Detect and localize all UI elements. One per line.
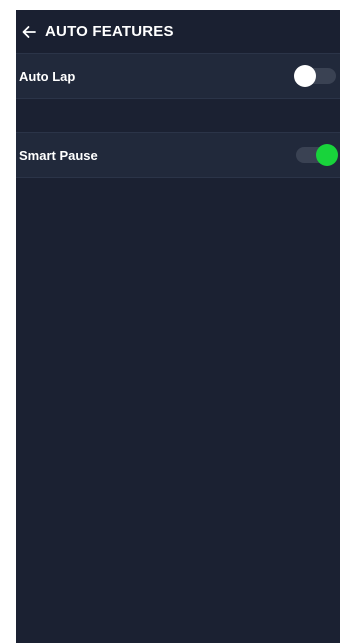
section-spacer xyxy=(16,99,340,132)
toggle-knob xyxy=(294,65,316,87)
setting-label-smart-pause: Smart Pause xyxy=(19,147,98,163)
setting-row-smart-pause[interactable]: Smart Pause xyxy=(16,132,340,178)
back-button[interactable] xyxy=(17,20,41,44)
header-bar: AUTO FEATURES xyxy=(16,10,340,53)
page-title: AUTO FEATURES xyxy=(45,23,174,40)
auto-lap-toggle[interactable] xyxy=(294,65,338,87)
setting-label-auto-lap: Auto Lap xyxy=(19,68,76,84)
arrow-left-icon xyxy=(22,25,36,38)
app-screen: AUTO FEATURES Auto Lap Smart Pause xyxy=(16,10,340,643)
toggle-knob xyxy=(316,144,338,166)
smart-pause-toggle[interactable] xyxy=(294,144,338,166)
setting-row-auto-lap[interactable]: Auto Lap xyxy=(16,53,340,99)
